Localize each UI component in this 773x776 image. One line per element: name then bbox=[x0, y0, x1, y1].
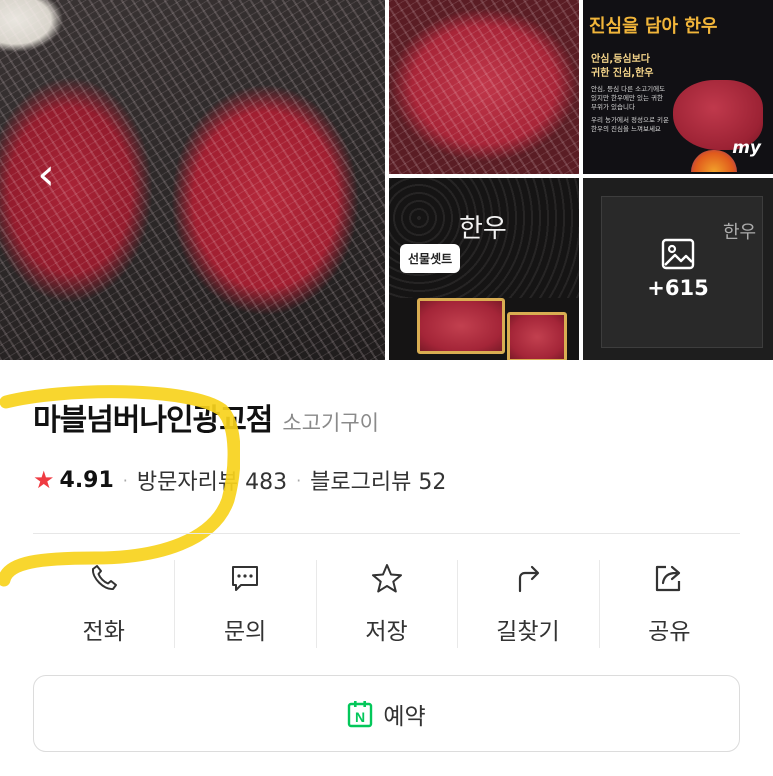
blog-reviews-link[interactable]: 블로그리뷰 52 bbox=[310, 464, 446, 496]
call-button[interactable]: 전화 bbox=[33, 558, 174, 650]
gift-set-tag: 선물셋트 bbox=[400, 244, 461, 273]
share-button[interactable]: 공유 bbox=[598, 558, 740, 650]
place-category: 소고기구이 bbox=[282, 411, 380, 435]
reserve-label: 예약 bbox=[383, 703, 426, 730]
section-divider bbox=[33, 533, 740, 534]
poster-text-1: 안심, 등심 다른 소고기에도 있지만 한우에만 있는 귀한 부위가 있습니다 bbox=[591, 85, 666, 111]
directions-icon bbox=[518, 565, 540, 593]
box-title: 한우 bbox=[459, 214, 507, 244]
beef-tray bbox=[507, 312, 567, 360]
separator-dot: · bbox=[296, 470, 302, 490]
inquiry-label: 문의 bbox=[223, 619, 267, 645]
poster-title: 진심을 담아 한우 bbox=[589, 16, 718, 37]
previous-photo-button[interactable]: ‹ bbox=[26, 150, 66, 200]
photo-4-gift-box[interactable]: 한우 선물셋트 bbox=[389, 178, 579, 360]
save-button[interactable]: 저장 bbox=[315, 558, 457, 650]
svg-text:N: N bbox=[355, 709, 365, 725]
beef-marbling bbox=[389, 0, 579, 174]
star-icon bbox=[371, 564, 402, 593]
photo-3-poster[interactable]: 진심을 담아 한우 안심,등심보다 귀한 진심,한우 안심, 등심 다른 소고기… bbox=[583, 0, 773, 174]
more-photos-button[interactable]: +615 bbox=[583, 178, 773, 360]
separator-dot: · bbox=[122, 470, 128, 490]
main-photo[interactable]: ‹ bbox=[0, 0, 385, 360]
my-badge: my bbox=[732, 138, 761, 158]
save-label: 저장 bbox=[365, 619, 408, 645]
image-icon bbox=[661, 238, 695, 270]
phone-icon bbox=[91, 565, 117, 591]
poster-text-2: 우리 농가에서 정성으로 키운 한우의 진심을 느껴보세요 bbox=[591, 116, 669, 133]
place-name: 마블넘버나인광교점 bbox=[33, 403, 273, 438]
share-icon bbox=[656, 565, 681, 592]
rating-value: 4.91 bbox=[59, 467, 114, 493]
more-photos-count: +615 bbox=[647, 276, 709, 300]
share-label: 공유 bbox=[648, 619, 691, 645]
place-header: 마블넘버나인광교점 소고기구이 bbox=[33, 395, 379, 439]
inquiry-button[interactable]: 문의 bbox=[174, 558, 315, 650]
call-label: 전화 bbox=[82, 619, 125, 645]
photo-gallery: ‹ 진심을 담아 한우 안심,등심보다 귀한 진심,한우 안심, 등심 다른 소… bbox=[0, 0, 773, 360]
star-rating-icon: ★ bbox=[33, 466, 55, 494]
flower-sticker-icon bbox=[691, 150, 737, 172]
beef-tray bbox=[417, 298, 505, 354]
photo-5-more[interactable]: 한우 +615 bbox=[583, 178, 773, 360]
action-bar: 전화 문의 저장 길찾기 공유 bbox=[33, 558, 740, 650]
reserve-button[interactable]: N 예약 bbox=[33, 675, 740, 752]
photo-2[interactable] bbox=[389, 0, 579, 174]
naver-booking-icon: N bbox=[348, 700, 373, 727]
directions-label: 길찾기 bbox=[496, 619, 560, 645]
poster-line-2: 귀한 진심,한우 bbox=[591, 68, 654, 79]
place-stats: ★ 4.91 · 방문자리뷰 483 · 블로그리뷰 52 bbox=[33, 464, 446, 496]
directions-button[interactable]: 길찾기 bbox=[457, 558, 598, 650]
chat-icon bbox=[232, 566, 259, 591]
visitor-reviews-link[interactable]: 방문자리뷰 483 bbox=[137, 464, 287, 496]
poster-line-1: 안심,등심보다 bbox=[591, 54, 650, 65]
